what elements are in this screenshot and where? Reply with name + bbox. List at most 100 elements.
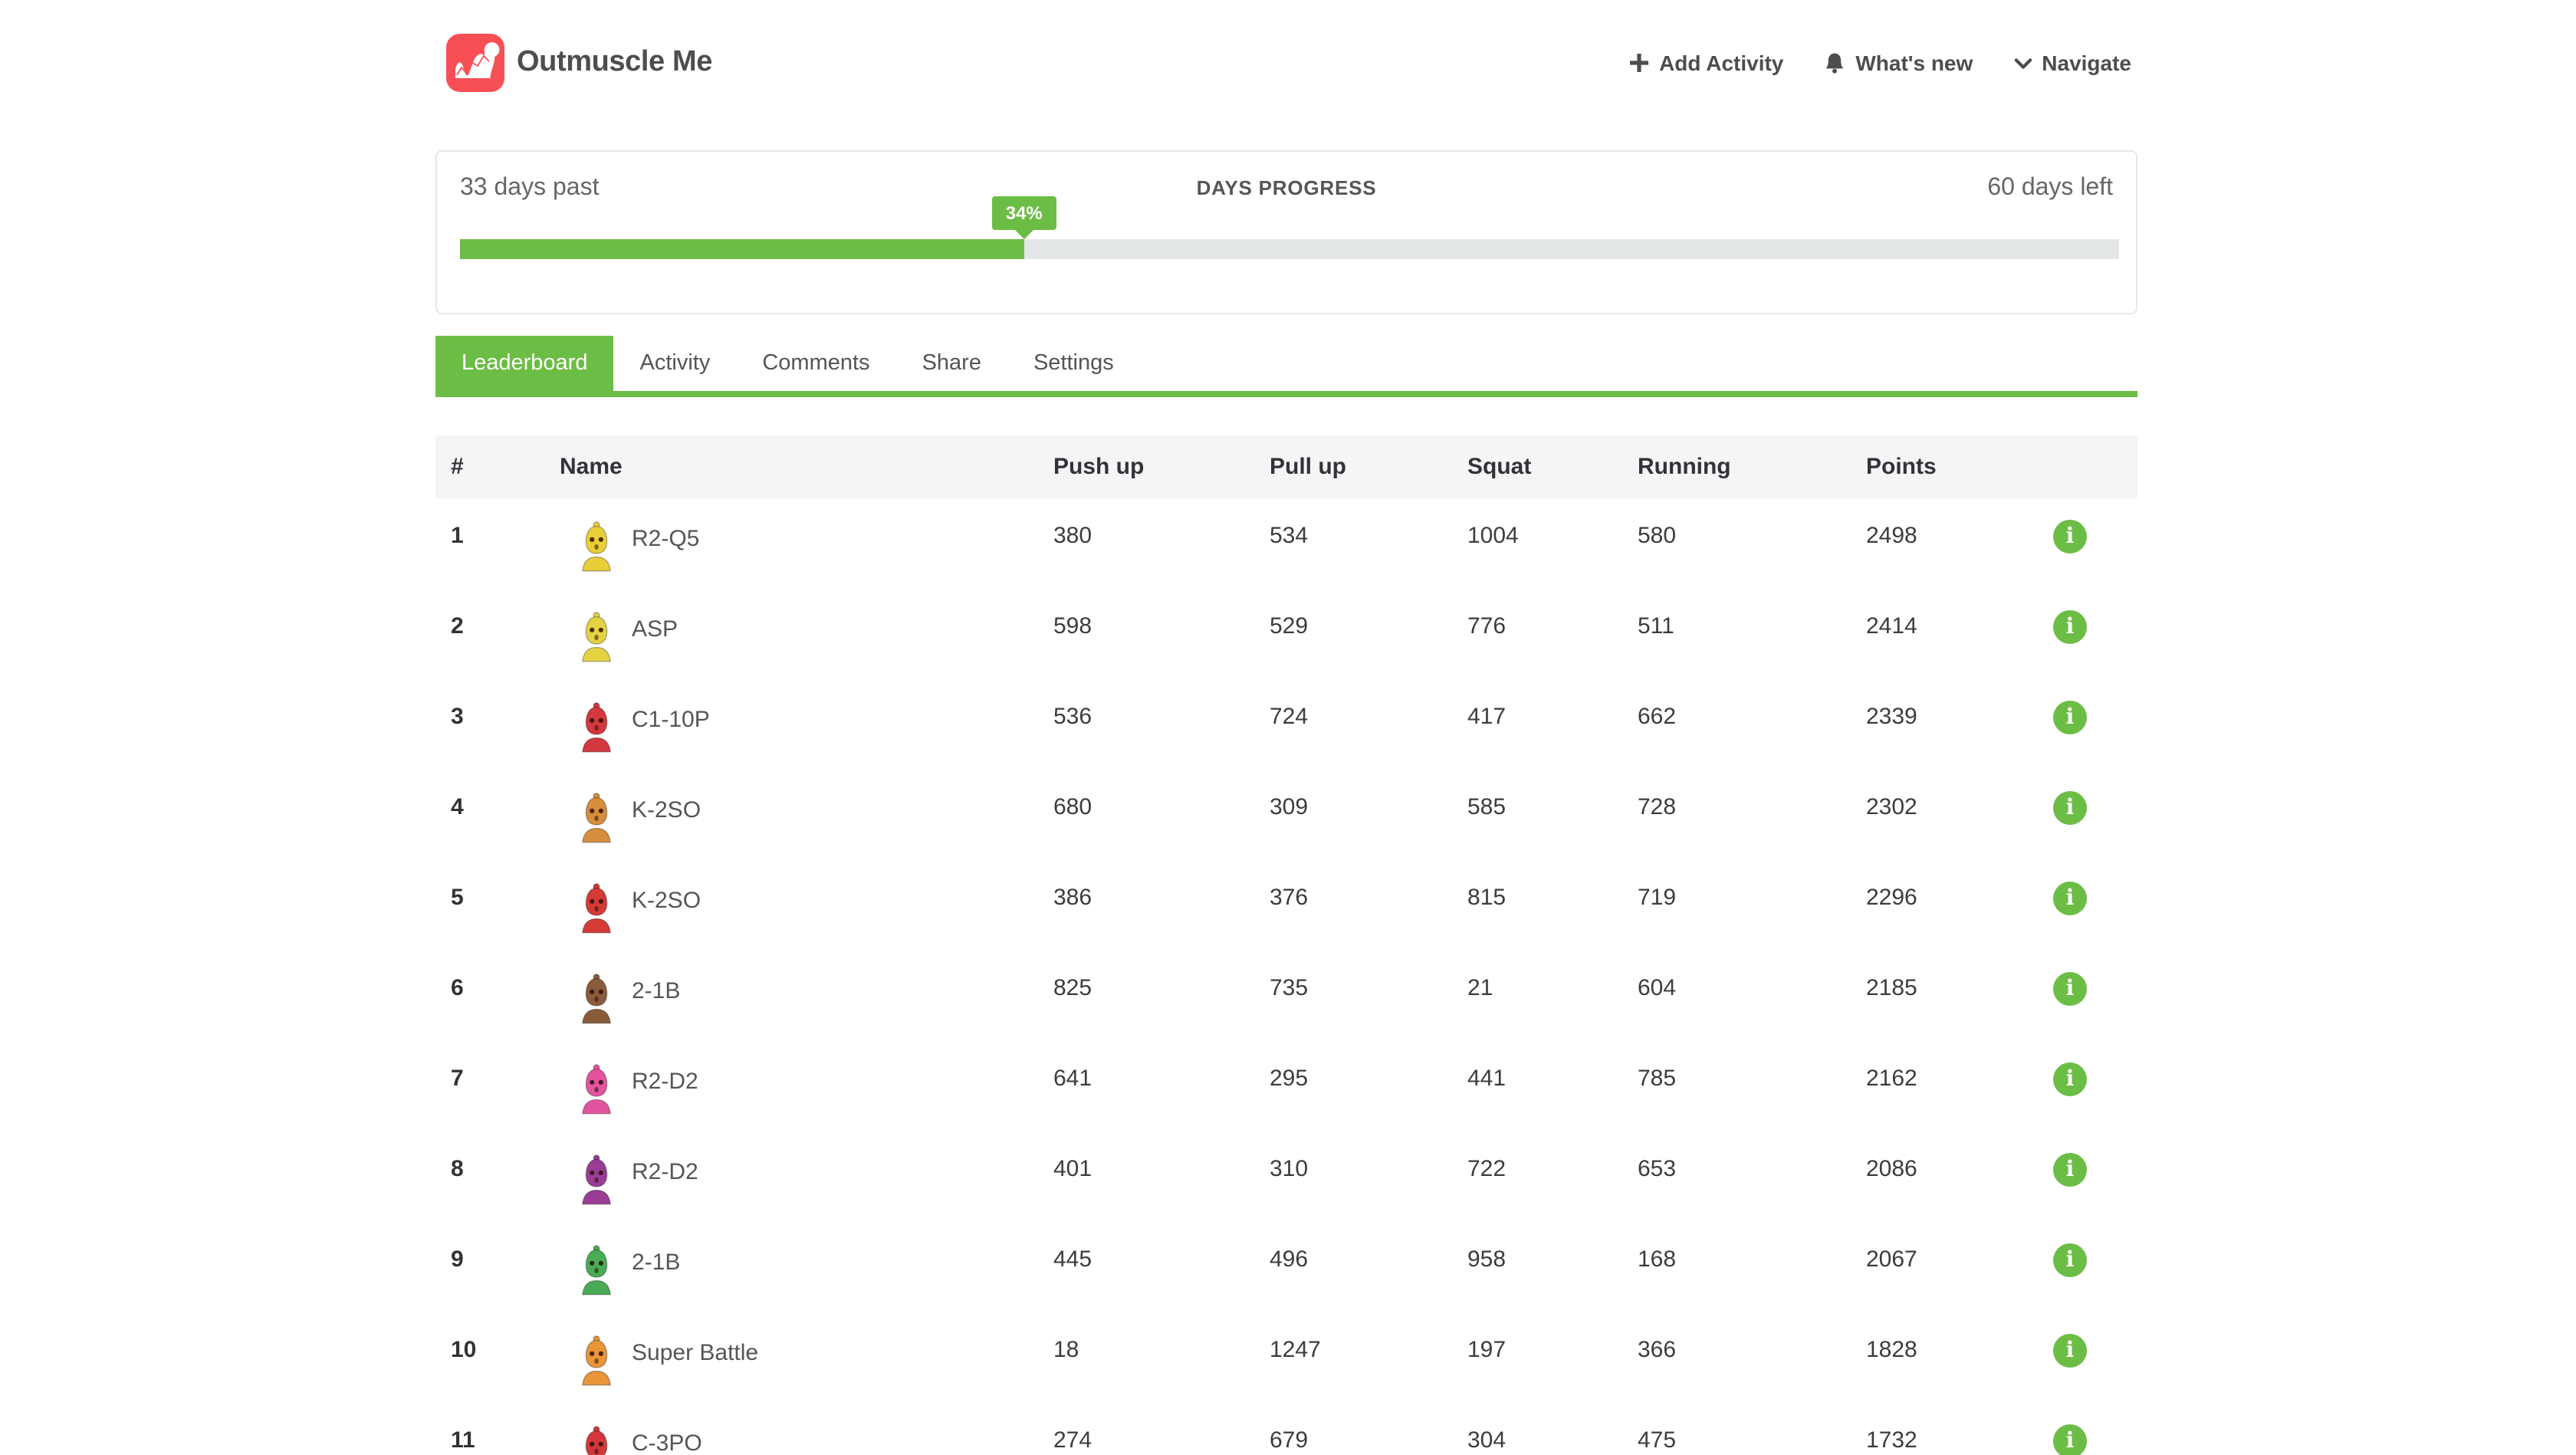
info-icon[interactable]: i — [2053, 791, 2087, 825]
table-row: 9 2-1B 445 496 958 168 2067 i — [435, 1222, 2137, 1312]
tab-activity[interactable]: Activity — [614, 336, 737, 391]
push-up-cell: 386 — [1053, 885, 1092, 911]
column-header-pull-up: Pull up — [1270, 435, 1467, 498]
pull-up-cell: 309 — [1270, 794, 1309, 820]
squat-cell: 197 — [1467, 1337, 1506, 1363]
pull-up-cell: 1247 — [1270, 1337, 1321, 1363]
progress-tooltip: 34% — [991, 196, 1056, 239]
progress-percent-label: 34% — [1005, 202, 1043, 224]
topnav-item-navigate[interactable]: Navigate — [2013, 51, 2131, 75]
info-icon[interactable]: i — [2053, 1063, 2087, 1096]
rank-cell: 8 — [451, 1156, 464, 1182]
running-cell: 653 — [1638, 1156, 1677, 1182]
leaderboard-table-wrap: # Name Push up Pull up Squat Running Points 1 R… — [435, 435, 2137, 1455]
droid-avatar-icon — [585, 1426, 608, 1455]
table-header-row: # Name Push up Pull up Squat Running Points — [435, 435, 2137, 498]
pull-up-cell: 735 — [1270, 975, 1309, 1001]
running-cell: 662 — [1638, 704, 1677, 730]
name-cell: R2-D2 — [560, 1154, 1053, 1205]
squat-cell: 304 — [1467, 1427, 1506, 1453]
name-cell: 2-1B — [560, 974, 1053, 1024]
rank-cell: 6 — [451, 975, 464, 1001]
droid-avatar-icon — [582, 883, 611, 934]
pull-up-cell: 496 — [1270, 1246, 1309, 1273]
info-icon[interactable]: i — [2053, 610, 2087, 644]
running-cell: 785 — [1638, 1066, 1677, 1092]
pull-up-cell: 310 — [1270, 1156, 1309, 1182]
rank-cell: 1 — [451, 523, 464, 549]
pull-up-cell: 724 — [1270, 704, 1309, 730]
running-cell: 366 — [1638, 1337, 1677, 1363]
table-row: 6 2-1B 825 735 21 604 2185 i — [435, 951, 2137, 1041]
plus-icon — [1628, 52, 1650, 74]
pull-up-cell: 376 — [1270, 885, 1309, 911]
rank-cell: 9 — [451, 1246, 464, 1273]
points-cell: 2067 — [1866, 1246, 1917, 1273]
running-cell: 475 — [1638, 1427, 1677, 1453]
rank-cell: 2 — [451, 613, 464, 639]
squat-cell: 815 — [1467, 885, 1506, 911]
name-cell: K-2SO — [560, 793, 1053, 843]
points-cell: 2296 — [1866, 885, 1917, 911]
push-up-cell: 680 — [1053, 794, 1092, 820]
top-header: Outmuscle Me Add Activity What's new Navig… — [0, 0, 2576, 141]
squat-cell: 585 — [1467, 794, 1506, 820]
topnav-item-what-s-new[interactable]: What's new — [1823, 51, 1973, 75]
progress-bar-track — [460, 239, 2119, 259]
table-row: 4 K-2SO 680 309 585 728 2302 i — [435, 770, 2137, 860]
points-cell: 2185 — [1866, 975, 1917, 1001]
topnav-item-label: Add Activity — [1659, 51, 1784, 75]
column-header-name: Name — [560, 435, 1053, 498]
topnav-item-label: What's new — [1855, 51, 1973, 75]
bell-icon — [1823, 51, 1846, 75]
tab-settings[interactable]: Settings — [1007, 336, 1140, 391]
rank-cell: 4 — [451, 794, 464, 820]
tab-bar: Leaderboard Activity Comments Share Settings — [435, 336, 2137, 397]
push-up-cell: 598 — [1053, 613, 1092, 639]
participant-name: K-2SO — [632, 888, 702, 914]
participant-name: ASP — [632, 616, 678, 642]
push-up-cell: 401 — [1053, 1156, 1092, 1182]
name-cell: Super Battle — [560, 1335, 1053, 1386]
droid-avatar-icon — [582, 974, 611, 1024]
tab-bar-underline — [435, 391, 2137, 397]
pull-up-cell: 534 — [1270, 523, 1309, 549]
info-icon[interactable]: i — [2053, 1334, 2087, 1368]
pull-up-cell: 295 — [1270, 1066, 1309, 1092]
participant-name: R2-D2 — [632, 1069, 698, 1095]
table-row: 11 C-3PO 274 679 304 475 1732 i — [435, 1403, 2137, 1455]
tab-share[interactable]: Share — [896, 336, 1007, 391]
squat-cell: 722 — [1467, 1156, 1506, 1182]
app-logo-link[interactable]: Outmuscle Me — [446, 34, 712, 92]
column-header-#: # — [435, 435, 560, 498]
droid-avatar-icon — [582, 612, 611, 662]
points-cell: 2086 — [1866, 1156, 1917, 1182]
info-icon[interactable]: i — [2053, 1153, 2087, 1187]
column-header-squat: Squat — [1467, 435, 1638, 498]
running-cell: 719 — [1638, 885, 1677, 911]
rank-cell: 7 — [451, 1066, 464, 1092]
table-row: 8 R2-D2 401 310 722 653 2086 i — [435, 1131, 2137, 1222]
info-icon[interactable]: i — [2053, 1243, 2087, 1277]
name-cell: R2-Q5 — [560, 521, 1053, 572]
top-nav: Add Activity What's new Navigate — [1628, 51, 2131, 75]
squat-cell: 958 — [1467, 1246, 1506, 1273]
push-up-cell: 536 — [1053, 704, 1092, 730]
push-up-cell: 380 — [1053, 523, 1092, 549]
info-icon[interactable]: i — [2053, 520, 2087, 553]
name-cell: 2-1B — [560, 1245, 1053, 1296]
name-cell: ASP — [560, 612, 1053, 662]
tab-comments[interactable]: Comments — [736, 336, 895, 391]
tab-leaderboard[interactable]: Leaderboard — [435, 336, 614, 391]
rank-cell: 5 — [451, 885, 464, 911]
topnav-item-add-activity[interactable]: Add Activity — [1628, 51, 1783, 75]
info-icon[interactable]: i — [2053, 882, 2087, 915]
push-up-cell: 18 — [1053, 1337, 1079, 1363]
info-icon[interactable]: i — [2053, 972, 2087, 1006]
table-row: 5 K-2SO 386 376 815 719 2296 i — [435, 860, 2137, 951]
droid-avatar-icon — [582, 1335, 611, 1386]
progress-bar-fill — [460, 239, 1024, 259]
info-icon[interactable]: i — [2053, 1424, 2087, 1455]
points-cell: 2414 — [1866, 613, 1917, 639]
info-icon[interactable]: i — [2053, 701, 2087, 734]
